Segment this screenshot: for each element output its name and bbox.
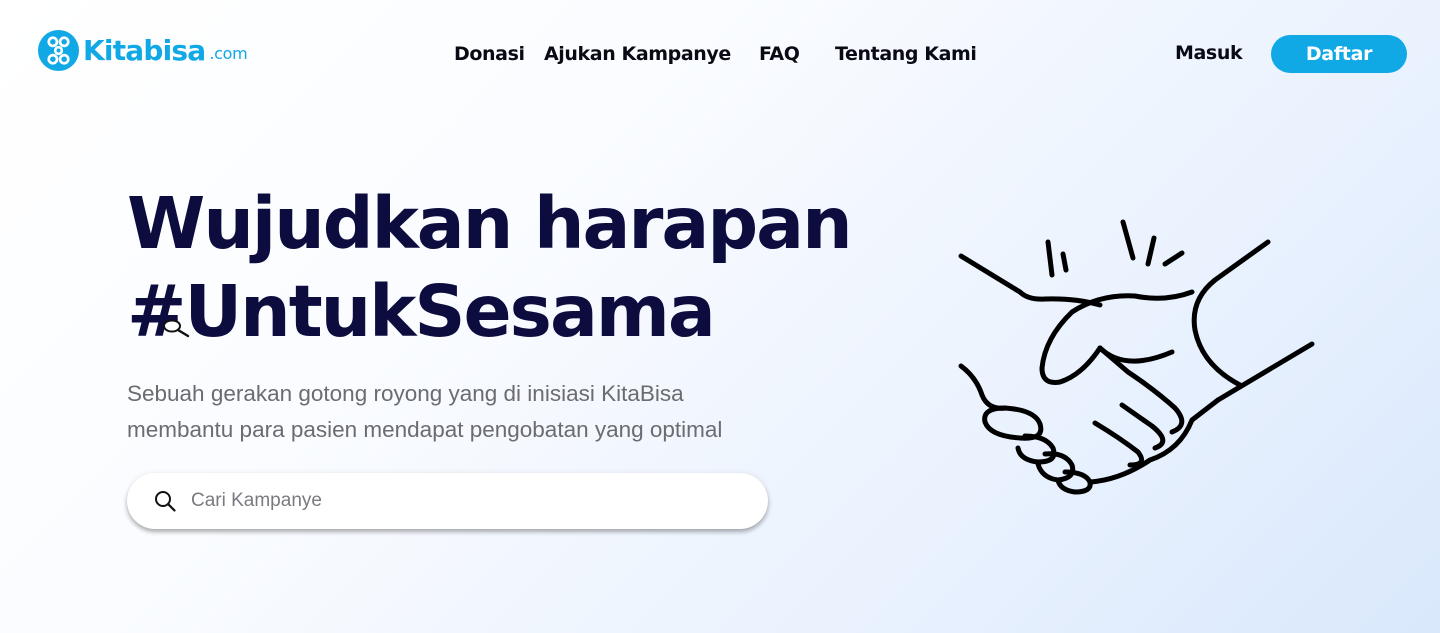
nav-item-donasi[interactable]: Donasi: [454, 43, 525, 65]
nav-item-ajukan-kampanye[interactable]: Ajukan Kampanye: [544, 43, 731, 65]
handshake-icon: [958, 219, 1315, 495]
logo-domain: .com: [209, 44, 248, 63]
hero-subtitle-line-2: membantu para pasien mendapat pengobatan…: [127, 417, 723, 442]
hero-title-line-2: #UntukSesama: [127, 270, 716, 353]
hero-title-line-1: Wujudkan harapan: [127, 182, 853, 265]
logo[interactable]: Kitabisa .com: [38, 30, 248, 71]
register-button[interactable]: Daftar: [1271, 35, 1407, 73]
login-link[interactable]: Masuk: [1175, 42, 1243, 64]
search-icon: [155, 491, 176, 512]
nav-item-tentang-kami[interactable]: Tentang Kami: [835, 43, 977, 65]
kitabisa-logo-icon: [38, 30, 79, 71]
search-input[interactable]: [189, 480, 733, 522]
magnifier-cursor-icon: [163, 319, 190, 338]
logo-text: Kitabisa: [83, 33, 206, 67]
hero-title: Wujudkan harapan #UntukSesama: [127, 180, 853, 356]
hero-subtitle: Sebuah gerakan gotong royong yang di ini…: [127, 376, 722, 448]
hero-subtitle-line-1: Sebuah gerakan gotong royong yang di ini…: [127, 381, 684, 406]
nav-item-faq[interactable]: FAQ: [759, 43, 800, 65]
campaign-search-bar[interactable]: [127, 473, 768, 529]
